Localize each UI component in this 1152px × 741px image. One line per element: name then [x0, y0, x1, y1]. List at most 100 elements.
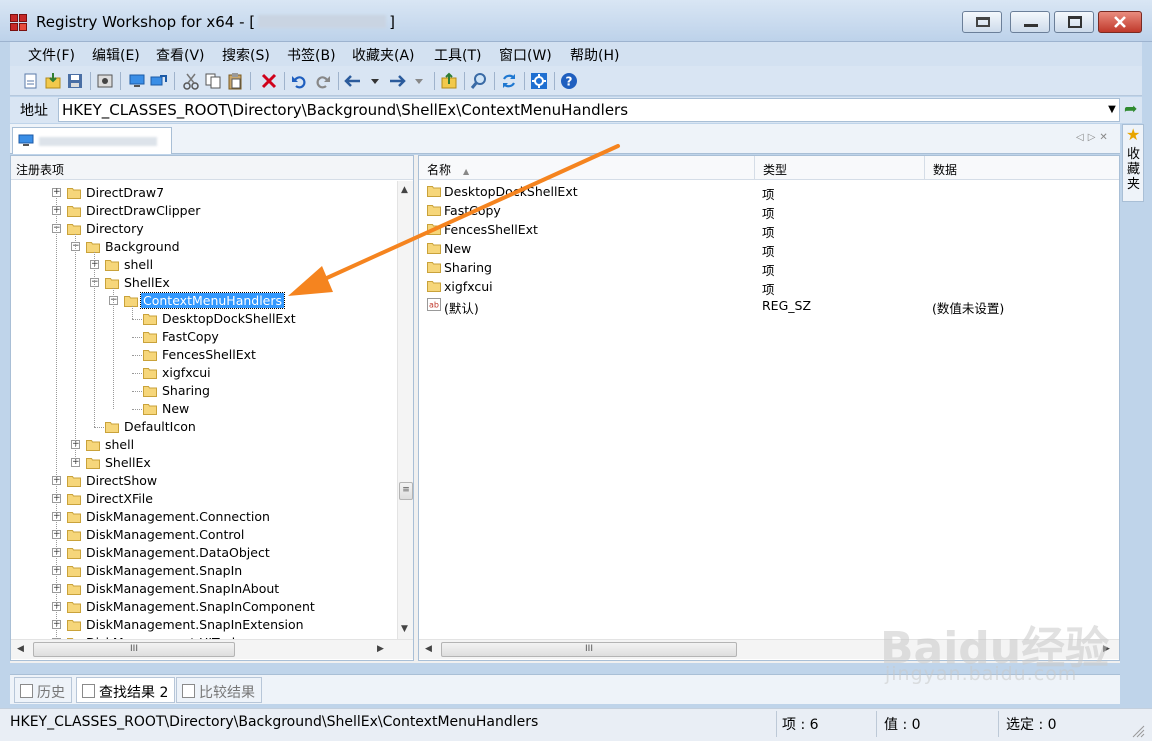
tree-item[interactable]: New [11, 400, 397, 418]
copy-icon[interactable] [204, 72, 222, 90]
list-item[interactable]: FencesShellExt 项 [419, 220, 1119, 240]
tree-item-label: New [162, 401, 190, 416]
list-item[interactable]: Sharing 项 [419, 258, 1119, 278]
expand-toggle-icon[interactable]: + [52, 188, 61, 197]
registry-icon[interactable] [96, 72, 114, 90]
undo-icon[interactable] [290, 72, 308, 90]
tree-hscroll-thumb[interactable]: III [33, 642, 235, 657]
tree-item[interactable]: + DiskManagement.SnapInAbout [11, 580, 397, 598]
tree-item[interactable]: + DiskManagement.SnapIn [11, 562, 397, 580]
redo-icon[interactable] [314, 72, 332, 90]
tree-item[interactable]: DefaultIcon [11, 418, 397, 436]
back-dropdown-icon[interactable] [366, 72, 384, 90]
menu-bookmarks[interactable]: 书签(B) [287, 45, 336, 65]
tree-item[interactable]: + DiskManagement.DataObject [11, 544, 397, 562]
list-hscroll-thumb[interactable]: III [441, 642, 737, 657]
address-dropdown-button[interactable]: ▼ [1104, 98, 1120, 122]
menu-search[interactable]: 搜索(S) [222, 45, 270, 65]
resize-grip-icon[interactable] [1130, 723, 1146, 739]
tree-item[interactable]: + ShellEx [11, 454, 397, 472]
help-icon[interactable]: ? [560, 72, 578, 90]
menu-window[interactable]: 窗口(W) [499, 45, 552, 65]
go-arrow-icon[interactable]: ➦ [1124, 101, 1140, 117]
list-item[interactable]: ab (默认) REG_SZ (数值未设置) [419, 296, 1119, 316]
tree-item[interactable]: + DiskManagement.SnapInExtension [11, 616, 397, 634]
tree-item[interactable]: + DirectXFile [11, 490, 397, 508]
scroll-up-icon[interactable]: ▲ [401, 185, 408, 195]
tree-item[interactable]: + DirectDrawClipper [11, 202, 397, 220]
tree-item[interactable]: + shell [11, 256, 397, 274]
import-icon[interactable] [44, 72, 62, 90]
tab-computer[interactable] [12, 127, 172, 154]
tree-item[interactable]: − ContextMenuHandlers [11, 292, 397, 310]
find-icon[interactable] [470, 72, 488, 90]
tree-item[interactable]: FencesShellExt [11, 346, 397, 364]
tree-item[interactable]: + shell [11, 436, 397, 454]
tree-item[interactable]: + DirectShow [11, 472, 397, 490]
tree-vscroll-thumb[interactable]: ≡ [399, 482, 413, 500]
title-bar[interactable]: Registry Workshop for x64 - [] [0, 0, 1152, 42]
menu-edit[interactable]: 编辑(E) [92, 45, 140, 65]
list-item-type: REG_SZ [762, 298, 812, 313]
column-data-header[interactable]: 数据 [925, 156, 1119, 180]
tree-item[interactable]: + DiskManagement.SnapInComponent [11, 598, 397, 616]
tab-scroll-arrows[interactable]: ◁▷✕ [1076, 132, 1112, 143]
tab-history[interactable]: 历史 [14, 677, 72, 703]
tab-find-results[interactable]: 查找结果 2 [76, 677, 176, 703]
refresh-icon[interactable] [500, 72, 518, 90]
folder-icon [105, 260, 119, 271]
column-name-header[interactable]: 名称 ▲ [419, 156, 755, 180]
remote-registry-icon[interactable] [150, 72, 168, 90]
tree-item[interactable]: + DiskManagement.Control [11, 526, 397, 544]
tree-item[interactable]: + DirectDraw7 [11, 184, 397, 202]
list-item[interactable]: xigfxcui 项 [419, 277, 1119, 297]
scroll-down-icon[interactable]: ▼ [401, 624, 408, 634]
window-arrange-button[interactable] [962, 11, 1002, 33]
minimize-button[interactable] [1010, 11, 1050, 33]
cut-icon[interactable] [182, 72, 200, 90]
menu-favorites[interactable]: 收藏夹(A) [352, 45, 415, 65]
tree-item[interactable]: FastCopy [11, 328, 397, 346]
tree-item-label: DirectDrawClipper [86, 203, 201, 218]
address-input[interactable]: HKEY_CLASSES_ROOT\Directory\Background\S… [58, 98, 1120, 122]
save-icon[interactable] [66, 72, 84, 90]
up-level-icon[interactable] [440, 72, 458, 90]
computer-icon[interactable] [128, 72, 146, 90]
menu-tools[interactable]: 工具(T) [434, 45, 481, 65]
scroll-right-icon[interactable]: ▶ [377, 644, 384, 654]
tree-item[interactable]: DesktopDockShellExt [11, 310, 397, 328]
list-item[interactable]: DesktopDockShellExt 项 [419, 182, 1119, 202]
tree-vertical-scrollbar[interactable]: ▲ ≡ ▼ [397, 181, 413, 639]
tree-item[interactable]: − Directory [11, 220, 397, 238]
folder-icon [105, 278, 119, 289]
close-button[interactable] [1098, 11, 1142, 33]
settings-icon[interactable] [530, 72, 548, 90]
maximize-button[interactable] [1054, 11, 1094, 33]
list-item[interactable]: FastCopy 项 [419, 201, 1119, 221]
forward-dropdown-icon[interactable] [410, 72, 428, 90]
favorites-side-tab[interactable]: ★ 收藏夹 [1122, 124, 1144, 202]
list-item[interactable]: New 项 [419, 239, 1119, 259]
forward-icon[interactable] [388, 72, 406, 90]
scroll-left-icon[interactable]: ◀ [17, 644, 24, 654]
tree-item[interactable]: + DiskManagement.Connection [11, 508, 397, 526]
tree-item-label: Background [105, 239, 180, 254]
column-type-header[interactable]: 类型 [755, 156, 925, 180]
tree-item-label: FencesShellExt [162, 347, 256, 362]
registry-tree[interactable]: + DirectDraw7 + DirectDrawClipper − Directory… [11, 181, 397, 639]
tree-item[interactable]: − Background [11, 238, 397, 256]
tree-item[interactable]: − ShellEx [11, 274, 397, 292]
menu-help[interactable]: 帮助(H) [570, 45, 619, 65]
back-icon[interactable] [344, 72, 362, 90]
menu-file[interactable]: 文件(F) [28, 45, 75, 65]
tree-item-label: DesktopDockShellExt [162, 311, 296, 326]
menu-view[interactable]: 查看(V) [156, 45, 205, 65]
delete-icon[interactable] [260, 72, 278, 90]
tab-compare-results[interactable]: 比较结果 [176, 677, 262, 703]
paste-icon[interactable] [226, 72, 244, 90]
tree-item[interactable]: xigfxcui [11, 364, 397, 382]
scroll-left-icon[interactable]: ◀ [425, 644, 432, 654]
tree-horizontal-scrollbar[interactable]: ◀ III ▶ [11, 639, 413, 659]
tree-item[interactable]: Sharing [11, 382, 397, 400]
new-file-icon[interactable] [22, 72, 40, 90]
